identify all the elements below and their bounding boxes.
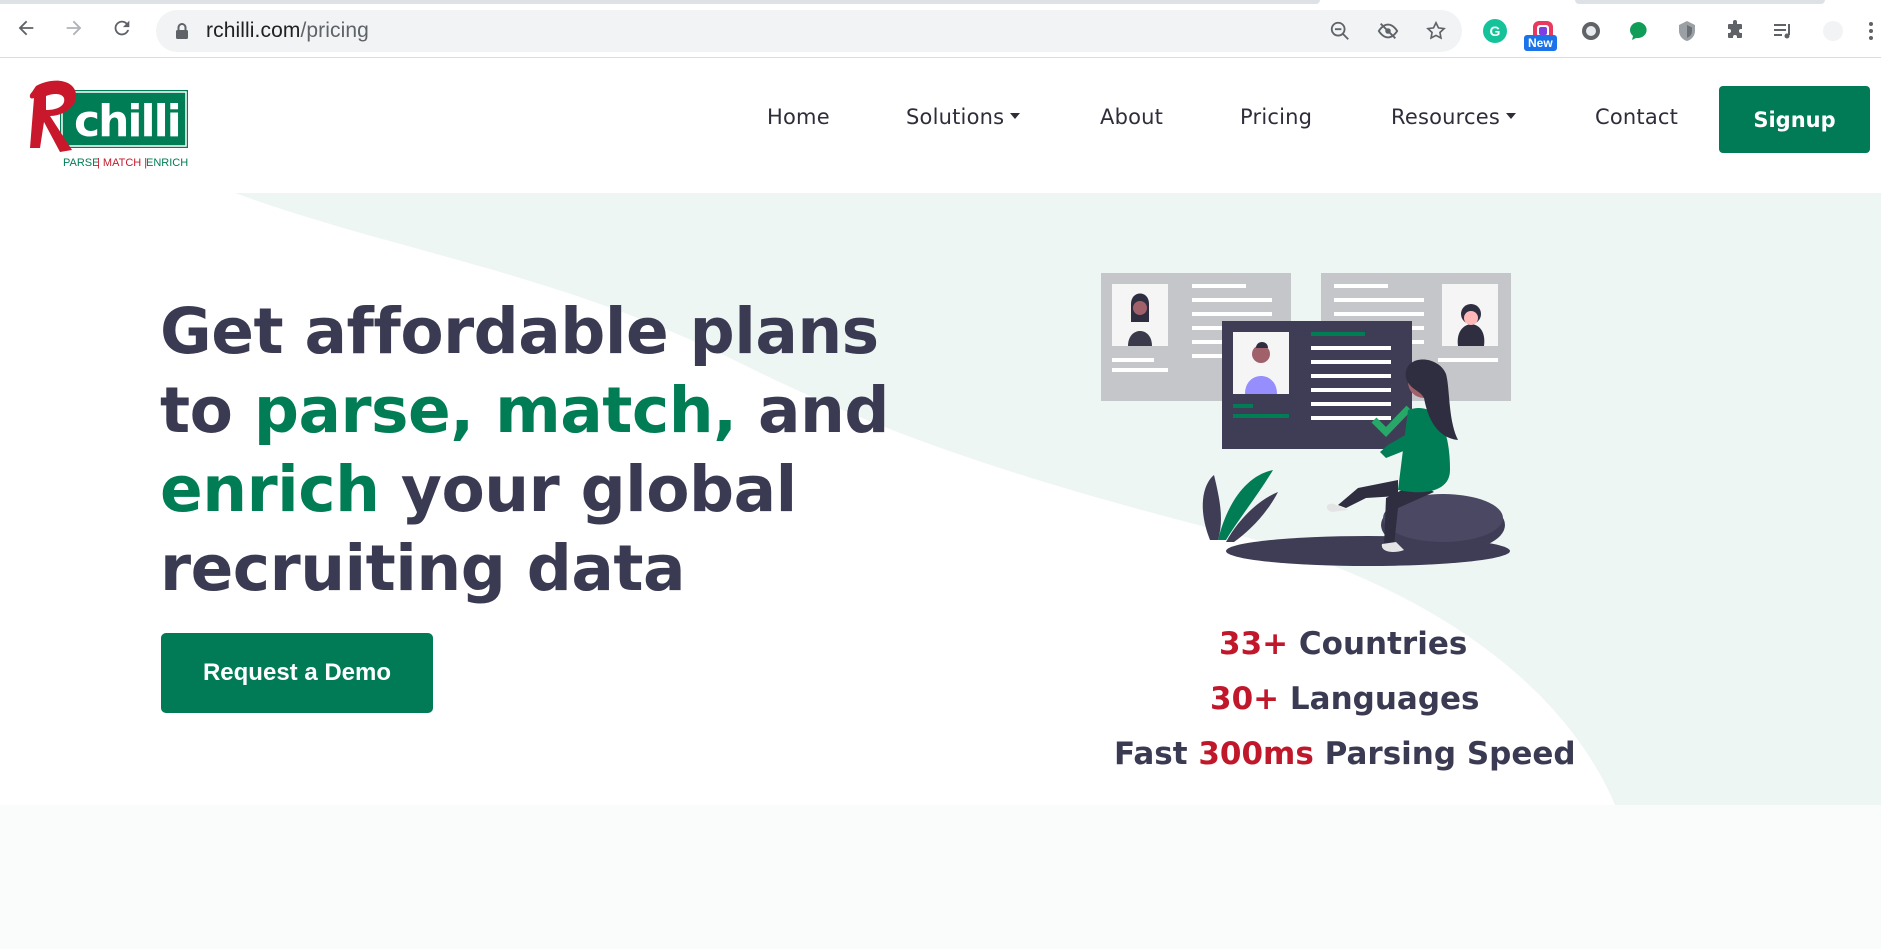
stat-value: 33+	[1219, 626, 1289, 662]
svg-text:PARSE: PARSE	[63, 157, 99, 169]
headline-line-2: to parse, match, and	[160, 371, 920, 450]
rchilli-logo[interactable]: chilli PARSE | MATCH | ENRICH	[26, 78, 192, 170]
stat-prefix: Fast	[1114, 736, 1199, 772]
back-icon[interactable]	[12, 14, 40, 42]
eye-off-icon[interactable]	[1374, 17, 1402, 45]
circle-extension-icon[interactable]	[1576, 16, 1606, 46]
zoom-out-icon[interactable]	[1326, 17, 1354, 45]
reload-icon[interactable]	[108, 14, 136, 42]
grammarly-extension-icon[interactable]: G	[1480, 16, 1510, 46]
signup-button[interactable]: Signup	[1719, 86, 1870, 153]
tab-strip-edge	[0, 0, 1320, 4]
headline-highlight: parse, match,	[253, 374, 737, 447]
svg-text:G: G	[1490, 23, 1501, 39]
caret-down-icon	[1010, 113, 1021, 119]
forward-icon[interactable]	[60, 14, 88, 42]
chrome-menu-icon[interactable]	[1862, 16, 1880, 46]
nav-solutions[interactable]: Solutions	[906, 105, 1021, 129]
stat-value: 30+	[1210, 681, 1280, 717]
headline-line-1: Get affordable plans	[160, 295, 879, 368]
url-path: /pricing	[300, 19, 369, 42]
hero-illustration	[1098, 270, 1588, 570]
headline-highlight: enrich	[160, 453, 380, 526]
stat-label: Languages	[1279, 681, 1480, 717]
media-queue-icon[interactable]	[1768, 16, 1798, 46]
svg-text:chilli: chilli	[74, 96, 180, 147]
stat-label: Parsing Speed	[1313, 736, 1576, 772]
headline-text: to	[160, 374, 254, 447]
nav-solutions-label: Solutions	[906, 105, 1005, 129]
nav-contact[interactable]: Contact	[1595, 105, 1678, 129]
url-host: rchilli.com	[206, 19, 301, 42]
nav-pricing[interactable]: Pricing	[1240, 105, 1312, 129]
url-text[interactable]: rchilli.com/pricing	[206, 19, 369, 43]
hero-headline: Get affordable plans to parse, match, an…	[160, 292, 920, 608]
stat-label: Countries	[1288, 626, 1468, 662]
stat-value: 300ms	[1198, 736, 1314, 772]
profile-avatar-icon[interactable]	[1818, 16, 1848, 46]
browser-toolbar: rchilli.com/pricing G New	[0, 0, 1881, 58]
nav-resources-label: Resources	[1391, 105, 1501, 129]
nav-resources[interactable]: Resources	[1391, 105, 1517, 129]
headline-line-4: recruiting data	[160, 532, 686, 605]
stat-countries: 33+ Countries	[1219, 626, 1467, 662]
extension-new-badge: New	[1524, 35, 1557, 51]
headline-line-3: enrich your global	[160, 450, 920, 529]
headline-text: your global	[379, 453, 797, 526]
svg-text:| MATCH |: | MATCH |	[97, 157, 147, 169]
svg-text:ENRICH: ENRICH	[146, 157, 188, 169]
request-demo-button[interactable]: Request a Demo	[161, 633, 433, 713]
nav-home[interactable]: Home	[767, 105, 830, 129]
caret-down-icon	[1506, 113, 1517, 119]
headline-text: and	[736, 374, 889, 447]
bookmark-star-icon[interactable]	[1422, 17, 1450, 45]
puzzle-extensions-icon[interactable]	[1720, 16, 1750, 46]
shield-extension-icon[interactable]	[1672, 16, 1702, 46]
lock-icon[interactable]	[168, 17, 196, 45]
stat-parsing-speed: Fast 300ms Parsing Speed	[1114, 736, 1576, 772]
stat-languages: 30+ Languages	[1210, 681, 1480, 717]
tab-strip-edge-right	[1575, 0, 1825, 4]
nav-about[interactable]: About	[1100, 105, 1163, 129]
chat-extension-icon[interactable]	[1624, 16, 1654, 46]
